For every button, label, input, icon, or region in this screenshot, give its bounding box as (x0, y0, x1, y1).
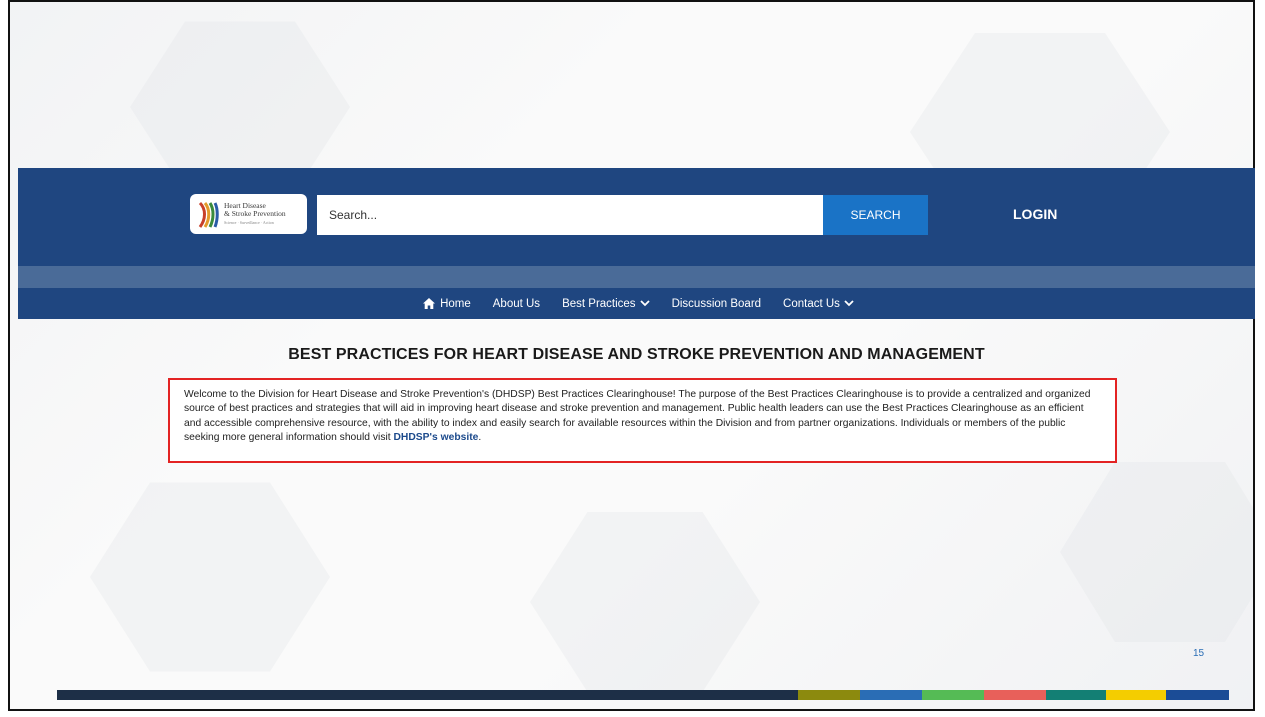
footer-color-bar (57, 690, 1229, 700)
dhdsp-website-link[interactable]: DHDSP's website (394, 432, 479, 443)
chevron-down-icon (639, 300, 650, 307)
nav-label-about-us: About Us (492, 297, 541, 310)
site-logo[interactable]: Heart Disease & Stroke Prevention Scienc… (190, 194, 307, 234)
chevron-down-icon (844, 300, 854, 307)
logo-line2: & Stroke Prevention (224, 208, 286, 218)
footer-segment-coral (984, 690, 1046, 700)
main-nav: Home About Us Best Practices Discussion … (18, 288, 1255, 319)
footer-segment-green (922, 690, 984, 700)
nav-label-home: Home (440, 297, 471, 310)
logo-text: Heart Disease & Stroke Prevention Scienc… (224, 201, 286, 227)
footer-segment-navy (1166, 690, 1229, 700)
nav-label-contact-us: Contact Us (783, 297, 840, 310)
intro-trailing: . (478, 432, 482, 444)
nav-label-discussion-board: Discussion Board (671, 297, 762, 310)
nav-item-best-practices[interactable]: Best Practices (562, 298, 650, 310)
intro-text: Welcome to the Division for Heart Diseas… (184, 389, 1091, 444)
footer-segment-dark (57, 690, 798, 700)
page-title: BEST PRACTICES FOR HEART DISEASE AND STR… (288, 346, 985, 363)
login-link[interactable]: LOGIN (1013, 206, 1057, 222)
search-button[interactable]: SEARCH (823, 195, 928, 235)
site-header: Heart Disease & Stroke Prevention Scienc… (18, 168, 1255, 266)
footer-segment-teal (1046, 690, 1106, 700)
logo-icon (198, 201, 219, 228)
logo-tagline: Science · Surveillance · Action (224, 219, 274, 225)
footer-segment-olive (798, 690, 860, 700)
nav-item-discussion-board[interactable]: Discussion Board (672, 298, 761, 310)
intro-text-box: Welcome to the Division for Heart Diseas… (168, 378, 1117, 463)
home-icon (419, 298, 436, 309)
nav-item-contact-us[interactable]: Contact Us (783, 298, 854, 310)
footer-segment-yellow (1106, 690, 1166, 700)
search-input[interactable] (317, 195, 823, 235)
header-sub-band (18, 266, 1255, 288)
page-number: 15 (1193, 648, 1205, 659)
footer-segment-blue (860, 690, 922, 700)
nav-item-about-us[interactable]: About Us (493, 298, 540, 310)
nav-label-best-practices: Best Practices (562, 297, 636, 310)
nav-item-home[interactable]: Home (419, 298, 471, 310)
